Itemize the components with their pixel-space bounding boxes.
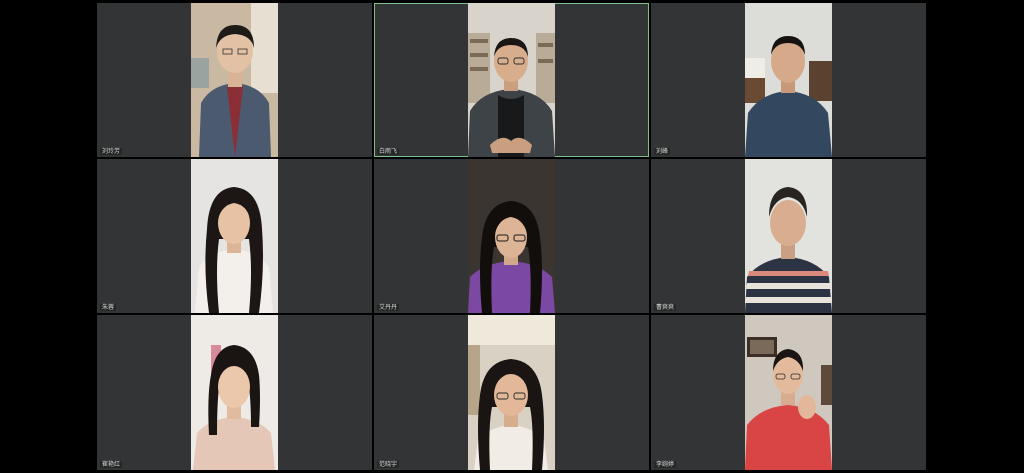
participant-video — [191, 3, 278, 157]
participant-tile[interactable]: 刘峰 — [651, 3, 926, 157]
participant-tile[interactable]: 李婉婷 — [651, 315, 926, 470]
participant-video — [468, 3, 555, 157]
participant-video — [468, 159, 555, 313]
participant-name: 艾丹丹 — [377, 304, 400, 311]
participant-tile[interactable]: 崔艳红 — [97, 315, 372, 470]
participant-name: 朱蓉 — [100, 304, 117, 311]
video-conference-window: 刘玲芳 白雨飞 刘峰 朱蓉 艾丹丹 曹爽爽 崔艳红 范晓宇 李婉婷 — [0, 0, 1024, 473]
participant-name: 范晓宇 — [377, 461, 400, 468]
participant-name: 白雨飞 — [377, 148, 400, 155]
participant-name: 曹爽爽 — [654, 304, 677, 311]
participant-video — [745, 3, 832, 157]
participant-tile-active-speaker[interactable]: 白雨飞 — [374, 3, 649, 157]
participant-name: 李婉婷 — [654, 461, 677, 468]
participant-tile[interactable]: 艾丹丹 — [374, 159, 649, 313]
participant-video — [745, 159, 832, 313]
participant-tile[interactable]: 朱蓉 — [97, 159, 372, 313]
participant-name: 刘玲芳 — [100, 148, 123, 155]
participant-grid: 刘玲芳 白雨飞 刘峰 朱蓉 艾丹丹 曹爽爽 崔艳红 范晓宇 李婉婷 — [97, 3, 926, 470]
participant-video — [745, 315, 832, 470]
participant-tile[interactable]: 曹爽爽 — [651, 159, 926, 313]
participant-video — [191, 315, 278, 470]
participant-name: 刘峰 — [654, 148, 671, 155]
participant-video — [468, 315, 555, 470]
participant-name: 崔艳红 — [100, 461, 123, 468]
participant-tile[interactable]: 范晓宇 — [374, 315, 649, 470]
participant-video — [191, 159, 278, 313]
participant-tile[interactable]: 刘玲芳 — [97, 3, 372, 157]
